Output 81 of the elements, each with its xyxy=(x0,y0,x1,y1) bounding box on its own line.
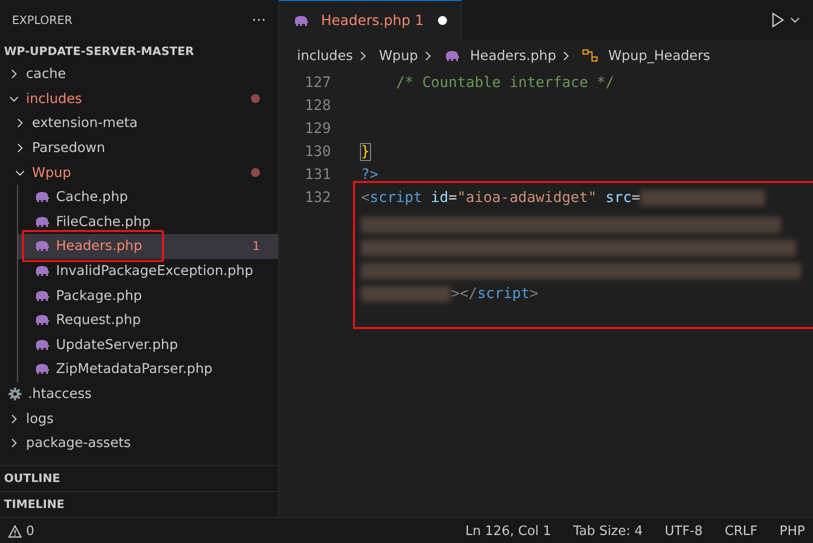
gear-icon xyxy=(8,387,22,402)
line-number: 130 xyxy=(304,143,331,162)
php-file-icon xyxy=(34,216,50,228)
tree-item[interactable]: logs xyxy=(0,406,278,431)
editor-tab[interactable]: Headers.php 1 xyxy=(279,0,462,40)
code-token: < xyxy=(361,190,370,206)
code-token: script xyxy=(477,286,530,302)
code-token: script xyxy=(370,190,422,206)
line-number: 128 xyxy=(304,97,331,116)
code-token: } xyxy=(361,144,370,160)
file-name: extension-meta xyxy=(32,115,138,132)
tree-item[interactable]: extension-meta xyxy=(0,111,278,136)
php-file-icon xyxy=(34,314,50,326)
tree-item[interactable]: Wpup xyxy=(0,160,278,185)
php-file-icon xyxy=(34,290,50,302)
warning-icon xyxy=(8,524,22,538)
file-name: InvalidPackageException.php xyxy=(56,263,254,280)
status-item[interactable]: Tab Size: 4 xyxy=(573,524,643,538)
file-name: package-assets xyxy=(26,435,131,452)
breadcrumb[interactable]: Wpup xyxy=(378,48,418,64)
tree-item[interactable]: .htaccess xyxy=(0,382,278,406)
workspace-root[interactable]: WP-UPDATE-SERVER-MASTER xyxy=(0,40,278,62)
file-name: includes xyxy=(26,90,82,107)
play-icon[interactable] xyxy=(771,12,785,28)
breadcrumb[interactable]: Wpup_Headers xyxy=(608,48,710,64)
code-token: src xyxy=(604,190,632,206)
php-file-icon xyxy=(293,14,309,26)
code-token: "aioa-adawidget" xyxy=(457,190,597,206)
file-name: UpdateServer.php xyxy=(56,336,178,353)
status-item[interactable]: UTF-8 xyxy=(664,524,703,538)
tree-item[interactable]: cache xyxy=(0,62,278,87)
tree-item[interactable]: Package.php xyxy=(18,283,278,308)
php-file-icon xyxy=(34,265,50,278)
file-name: Headers.php xyxy=(56,238,142,254)
php-file-icon xyxy=(34,338,50,351)
file-name: .htaccess xyxy=(28,386,92,402)
code-token: = xyxy=(632,190,640,206)
code-token: ></ xyxy=(451,286,478,302)
code-token: ?> xyxy=(361,167,378,183)
tree-item[interactable]: ZipMetadataParser.php xyxy=(18,357,278,382)
status-item[interactable]: PHP xyxy=(780,524,805,538)
line-number: 132 xyxy=(304,189,331,208)
breadcrumb[interactable]: includes xyxy=(297,48,353,64)
tree-item[interactable]: includes xyxy=(0,86,278,112)
tree-item[interactable]: Request.php xyxy=(18,308,278,333)
line-number: 127 xyxy=(304,74,331,93)
problem-count[interactable]: 0 xyxy=(26,524,34,538)
class-icon xyxy=(582,49,598,63)
code-token: = xyxy=(448,190,458,206)
tree-item[interactable]: package-assets xyxy=(0,430,278,456)
php-file-icon xyxy=(34,363,50,376)
file-name: Request.php xyxy=(56,312,141,328)
tree-item[interactable]: InvalidPackageException.php xyxy=(18,258,278,284)
more-actions-button[interactable]: ··· xyxy=(252,11,266,29)
file-name: Parsedown xyxy=(32,140,106,156)
breadcrumb[interactable]: Headers.php xyxy=(470,48,556,64)
file-name: Wpup xyxy=(32,164,72,181)
status-item[interactable]: Ln 126, Col 1 xyxy=(465,524,552,538)
code-token: /* Countable interface */ xyxy=(395,75,614,91)
file-name: Package.php xyxy=(56,288,142,304)
file-name: FileCache.php xyxy=(56,214,151,230)
code-token: > xyxy=(530,286,538,302)
php-file-icon xyxy=(34,240,50,252)
line-number: 129 xyxy=(304,120,331,139)
code-token: id xyxy=(430,190,448,206)
tree-item[interactable]: UpdateServer.php xyxy=(18,332,278,358)
file-name: cache xyxy=(26,66,66,82)
panel-section-header[interactable]: OUTLINE xyxy=(0,465,278,491)
status-item[interactable]: CRLF xyxy=(724,524,758,538)
explorer-title: EXPLORER xyxy=(12,13,72,27)
tree-item[interactable]: Parsedown xyxy=(0,136,278,160)
tree-item[interactable]: FileCache.php xyxy=(18,210,278,234)
tree-item[interactable]: Cache.php xyxy=(18,184,278,210)
file-name: logs xyxy=(26,410,54,427)
php-file-icon xyxy=(444,50,460,62)
tab-label: Headers.php 1 xyxy=(321,12,424,28)
php-file-icon xyxy=(34,191,50,204)
file-name: ZipMetadataParser.php xyxy=(56,361,212,378)
problem-count: 1 xyxy=(252,239,260,254)
line-number: 131 xyxy=(304,166,331,185)
file-name: Cache.php xyxy=(56,189,128,206)
